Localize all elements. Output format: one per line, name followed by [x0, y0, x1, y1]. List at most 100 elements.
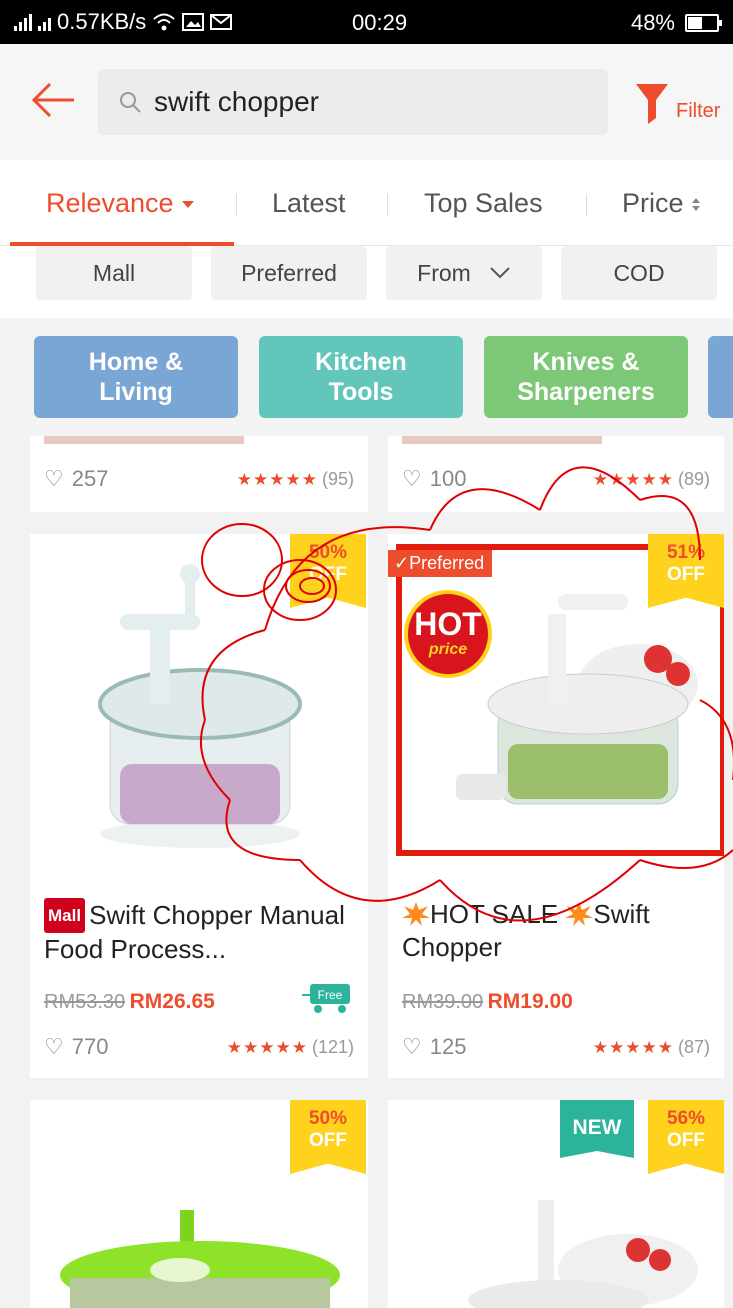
rating: ★★★★★ (89): [593, 469, 710, 490]
tab-divider: [236, 194, 237, 216]
hot-subtext: price: [428, 641, 468, 658]
product-title-text: HOT SALE: [430, 899, 559, 929]
signal-icon-secondary: [38, 13, 51, 31]
preferred-tag: ✓Preferred: [388, 550, 493, 577]
rating-stars: ★★★★★: [226, 1037, 308, 1057]
price: RM39.00 RM19.00: [402, 990, 573, 1014]
chip-from[interactable]: From: [386, 246, 542, 300]
likes-count: 770: [71, 1034, 109, 1059]
product-title: HOT SALE Swift Chopper: [402, 898, 722, 964]
cut-price-line: [44, 436, 244, 444]
likes: ♡ 257: [44, 466, 108, 492]
clock: 00:29: [352, 10, 408, 35]
product-card[interactable]: 50% OFF: [30, 1100, 368, 1308]
tab-price[interactable]: Price: [622, 188, 700, 219]
sale-price: RM26.65: [129, 990, 215, 1013]
product-card[interactable]: 50% OFF Mall Swift Chopper Manual Food Pro…: [30, 534, 368, 1078]
status-bar: 0.57KB/s 00:29 48%: [0, 0, 733, 44]
new-badge: NEW: [560, 1100, 634, 1158]
original-price: RM39.00: [402, 991, 484, 1013]
product-title-text: Swift Chopper Manual Food Process...: [44, 900, 345, 964]
category-strip: Home & Living Kitchen Tools Knives & Sharpe…: [0, 318, 733, 436]
discount-badge: 51% OFF: [648, 534, 724, 608]
rating-stars: ★★★★★: [236, 469, 318, 489]
category-line: Knives &: [532, 348, 640, 376]
discount-badge: 50% OFF: [290, 534, 366, 608]
funnel-icon: [636, 84, 668, 124]
likes: ♡ 125: [402, 1034, 466, 1060]
product-card-partial[interactable]: ♡ 100 ★★★★★ (89): [388, 436, 724, 512]
rating: ★★★★★ (121): [227, 1037, 354, 1058]
battery-icon: [685, 14, 722, 32]
tab-relevance[interactable]: Relevance: [46, 188, 194, 219]
chip-cod[interactable]: COD: [561, 246, 717, 300]
explosion-icon: [402, 902, 430, 926]
tab-top-sales[interactable]: Top Sales: [424, 188, 543, 219]
sort-tabs: Relevance Latest Top Sales Price: [0, 160, 733, 246]
rating-stars: ★★★★★: [592, 1037, 674, 1057]
product-title: Mall Swift Chopper Manual Food Process...: [44, 898, 364, 966]
mall-tag: Mall: [44, 898, 86, 933]
back-arrow-icon[interactable]: [30, 80, 76, 120]
discount-off: OFF: [309, 564, 347, 585]
tab-divider: [586, 194, 587, 216]
rating-count: (87): [677, 1036, 710, 1057]
heart-icon[interactable]: ♡: [44, 466, 64, 492]
rating-stars: ★★★★★: [592, 469, 674, 489]
wifi-icon: [153, 13, 175, 31]
likes: ♡ 100: [402, 466, 466, 492]
tab-latest[interactable]: Latest: [272, 188, 346, 219]
rating-count: (89): [677, 468, 710, 489]
discount-badge: 50% OFF: [290, 1100, 366, 1174]
search-query: swift chopper: [154, 86, 319, 117]
category-next[interactable]: [708, 336, 733, 418]
sort-updown-icon: [691, 198, 700, 212]
image-notification-icon: [182, 13, 205, 31]
cut-price-line: [402, 436, 602, 444]
category-line: Home &: [88, 348, 184, 376]
free-shipping-icon: Free: [302, 984, 350, 1013]
heart-icon[interactable]: ♡: [44, 1034, 64, 1060]
category-line: Tools: [328, 378, 394, 406]
category-knives-sharpeners[interactable]: Knives & Sharpeners: [484, 336, 688, 418]
sale-price: RM19.00: [487, 990, 573, 1013]
preferred-tag-label: Preferred: [409, 553, 485, 573]
rating: ★★★★★ (87): [593, 1037, 710, 1058]
product-card-partial[interactable]: ♡ 257 ★★★★★ (95): [30, 436, 368, 512]
signal-icon: [14, 13, 32, 31]
rating-count: (121): [311, 1036, 354, 1057]
search-icon: [120, 92, 141, 113]
battery-percent: 48%: [630, 10, 675, 35]
category-home-living[interactable]: Home & Living: [34, 336, 238, 418]
free-label: Free: [318, 988, 343, 1002]
tab-divider: [387, 194, 388, 216]
heart-icon[interactable]: ♡: [402, 1034, 422, 1060]
search-header: swift chopper Filter: [0, 44, 733, 160]
filter-button[interactable]: Filter: [630, 80, 730, 130]
mail-icon: [210, 14, 233, 30]
caret-down-icon: [181, 201, 194, 209]
discount-badge: 56% OFF: [648, 1100, 724, 1174]
chip-mall[interactable]: Mall: [36, 246, 192, 300]
check-icon: ✓: [394, 553, 410, 573]
price: RM53.30 RM26.65: [44, 990, 215, 1014]
chip-from-label: From: [417, 259, 471, 286]
discount-percent: 51%: [666, 542, 706, 563]
discount-off: OFF: [309, 1130, 347, 1151]
explosion-icon: [565, 902, 594, 926]
chip-preferred[interactable]: Preferred: [211, 246, 367, 300]
filter-chips: Mall Preferred From COD: [0, 246, 733, 318]
product-card[interactable]: HOT price ✓Preferred 51% OFF HOT SALE Swif…: [388, 534, 724, 1078]
search-input[interactable]: swift chopper: [98, 69, 608, 135]
heart-icon[interactable]: ♡: [402, 466, 422, 492]
product-card[interactable]: NEW 56% OFF: [388, 1100, 724, 1308]
category-line: Kitchen: [315, 348, 407, 376]
discount-percent: 50%: [308, 1108, 348, 1129]
rating: ★★★★★ (95): [237, 469, 354, 490]
chevron-down-icon: [490, 267, 510, 279]
likes: ♡ 770: [44, 1034, 108, 1060]
tab-price-label: Price: [622, 188, 684, 218]
category-kitchen-tools[interactable]: Kitchen Tools: [259, 336, 463, 418]
original-price: RM53.30: [44, 991, 126, 1013]
hot-price-sticker: HOT price: [404, 590, 492, 678]
